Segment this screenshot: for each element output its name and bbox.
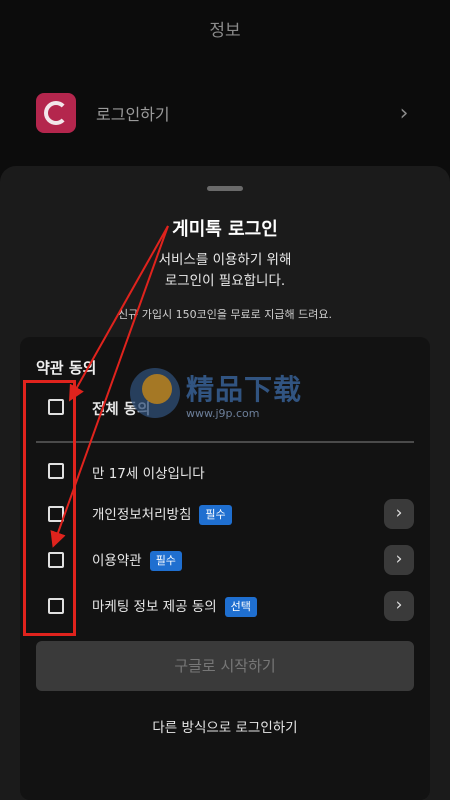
marketing-checkbox[interactable]	[48, 598, 64, 614]
drag-handle[interactable]	[207, 186, 243, 191]
optional-badge: 선택	[224, 597, 257, 617]
privacy-row: 개인정보처리방침 필수	[92, 503, 232, 525]
terms-of-use-row: 이용약관 필수	[92, 549, 182, 571]
login-label: 로그인하기	[96, 105, 170, 124]
other-login-link[interactable]: 다른 방식으로 로그인하기	[20, 716, 430, 736]
privacy-label: 개인정보처리방침	[92, 507, 192, 523]
sheet-subtitle: 서비스를 이용하기 위해 로그인이 필요합니다.	[0, 250, 450, 292]
login-bottom-sheet: 게미톡 로그인 서비스를 이용하기 위해 로그인이 필요합니다. 신규 가입시 …	[0, 166, 450, 800]
terms-of-use-label: 이용약관	[92, 553, 142, 569]
required-badge: 필수	[149, 551, 182, 571]
agree-all-checkbox[interactable]	[48, 399, 64, 415]
privacy-detail-button[interactable]: ›	[384, 499, 414, 529]
app-icon	[36, 93, 76, 133]
age-checkbox[interactable]	[48, 463, 64, 479]
page-title: 정보	[209, 21, 241, 41]
agree-all-label: 전체 동의	[92, 402, 151, 418]
terms-card: 약관 동의 전체 동의 만 17세 이상입니다 개인정보처리방침 필수 › 이용약…	[20, 337, 430, 800]
required-badge: 필수	[199, 505, 232, 525]
marketing-label: 마케팅 정보 제공 동의	[92, 599, 217, 615]
login-row[interactable]: 로그인하기 ›	[36, 92, 416, 134]
terms-of-use-checkbox[interactable]	[48, 552, 64, 568]
subtitle-line-1: 서비스를 이용하기 위해	[158, 252, 292, 268]
subtitle-line-2: 로그인이 필요합니다.	[164, 273, 286, 289]
terms-of-use-detail-button[interactable]: ›	[384, 545, 414, 575]
divider	[36, 441, 414, 443]
sheet-title: 게미톡 로그인	[172, 219, 278, 240]
terms-title: 약관 동의	[36, 359, 97, 377]
google-start-button[interactable]: 구글로 시작하기	[36, 641, 414, 691]
coin-note: 신규 가입시 150코인을 무료로 지급해 드려요.	[117, 308, 332, 321]
marketing-detail-button[interactable]: ›	[384, 591, 414, 621]
privacy-checkbox[interactable]	[48, 506, 64, 522]
age-label: 만 17세 이상입니다	[92, 466, 205, 482]
chevron-right-icon: ›	[399, 100, 409, 126]
marketing-row: 마케팅 정보 제공 동의 선택	[92, 595, 257, 617]
